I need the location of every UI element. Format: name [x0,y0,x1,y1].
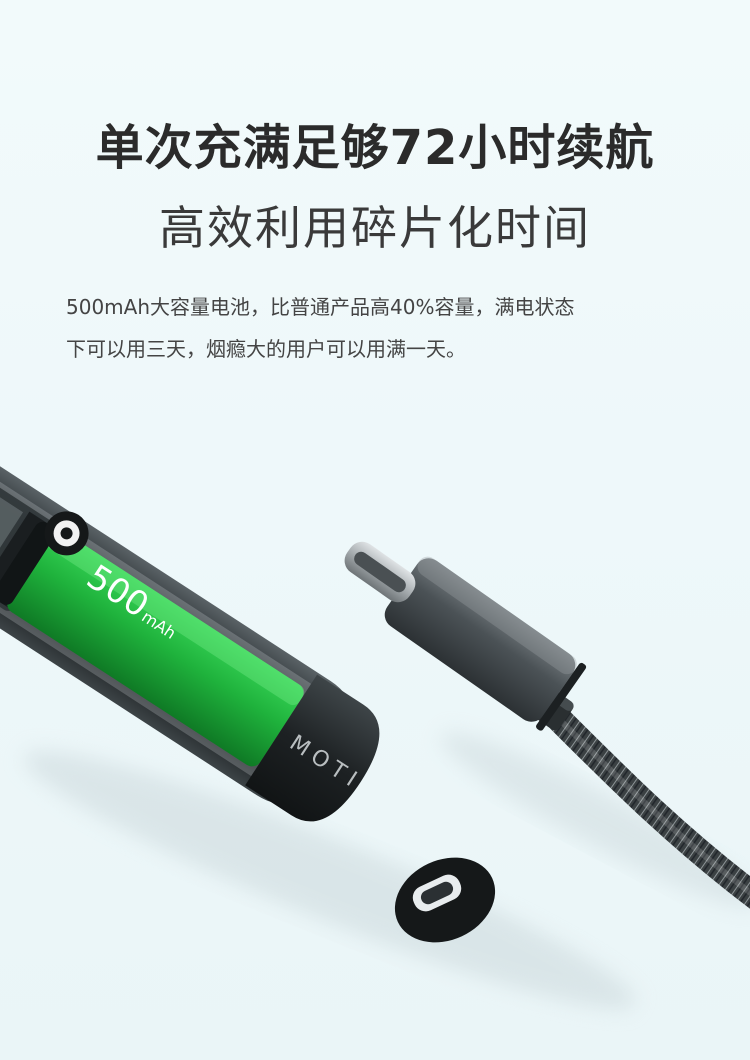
usb-cable [344,541,750,909]
product-illustration: 500mAh MOTI [0,431,750,1010]
